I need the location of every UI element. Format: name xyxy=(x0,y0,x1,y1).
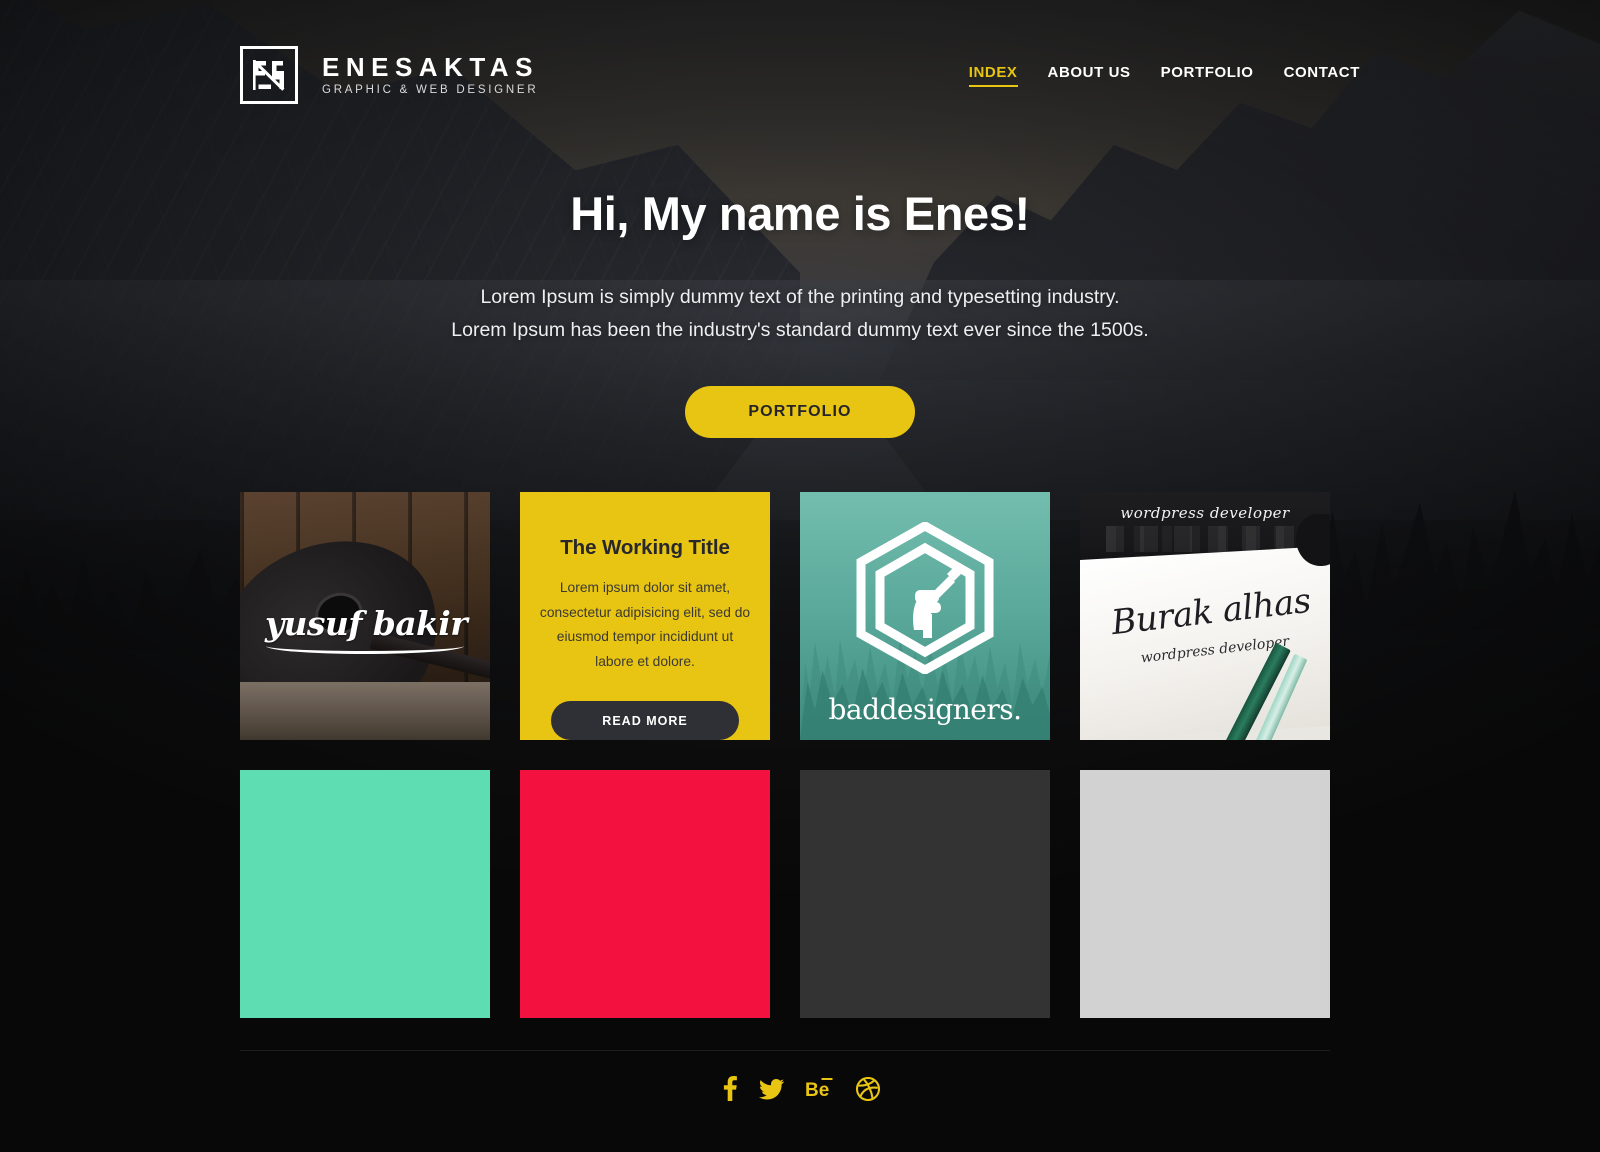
card-title: The Working Title xyxy=(560,536,730,559)
top-script-text: wordpress developer xyxy=(1120,504,1290,522)
nav-item-index[interactable]: INDEX xyxy=(968,64,1018,87)
main-navigation: INDEX ABOUT US PORTFOLIO CONTACT xyxy=(968,64,1360,87)
wooden-floor-shape xyxy=(240,682,490,740)
hero-title: Hi, My name is Enes! xyxy=(570,187,1030,240)
script-swash-flourish xyxy=(266,638,464,654)
portfolio-card-baddesigners[interactable]: baddesigners. xyxy=(800,492,1050,740)
hero-portfolio-button[interactable]: PORTFOLIO xyxy=(685,386,915,438)
twitter-icon[interactable] xyxy=(758,1078,784,1100)
facebook-icon[interactable] xyxy=(721,1076,738,1102)
portfolio-card-burak-alhas[interactable]: wordpress developer Burak alhas wordpres… xyxy=(1080,492,1330,740)
portfolio-block-mint[interactable] xyxy=(240,770,490,1018)
portfolio-block-red[interactable] xyxy=(520,770,770,1018)
hero-subtitle: Lorem Ipsum is simply dummy text of the … xyxy=(451,281,1148,347)
nav-item-about-us[interactable]: ABOUT US xyxy=(1048,64,1131,86)
hexagon-badge-icon xyxy=(851,520,999,679)
social-links: Be xyxy=(0,1076,1600,1102)
card-body-text: Lorem ipsum dolor sit amet, consectetur … xyxy=(539,580,751,669)
footer-divider xyxy=(240,1050,1330,1051)
hero-subtitle-line-2: Lorem Ipsum has been the industry's stan… xyxy=(451,319,1149,341)
brand-logo[interactable]: ENESAKTAS GRAPHIC & WEB DESIGNER xyxy=(240,46,539,104)
portfolio-block-dark[interactable] xyxy=(800,770,1050,1018)
brand-tagline: GRAPHIC & WEB DESIGNER xyxy=(322,84,539,97)
site-header: ENESAKTAS GRAPHIC & WEB DESIGNER INDEX A… xyxy=(0,0,1600,150)
enesaktas-monogram-icon xyxy=(240,46,298,104)
brand-name: ENESAKTAS xyxy=(322,51,539,82)
baddesigners-wordmark: baddesigners. xyxy=(828,693,1022,726)
portfolio-card-yusuf-bakir[interactable]: yusuf bakir xyxy=(240,492,490,740)
portfolio-grid: yusuf bakir The Working Title Lorem ipsu… xyxy=(240,492,1330,1018)
nav-item-portfolio[interactable]: PORTFOLIO xyxy=(1161,64,1254,86)
brand-text-block: ENESAKTAS GRAPHIC & WEB DESIGNER xyxy=(322,51,539,97)
svg-text:Be: Be xyxy=(805,1080,829,1101)
portfolio-block-light[interactable] xyxy=(1080,770,1330,1018)
nav-item-contact[interactable]: CONTACT xyxy=(1284,64,1360,86)
behance-icon[interactable]: Be xyxy=(805,1077,835,1101)
hero-content: Hi, My name is Enes! Lorem Ipsum is simp… xyxy=(0,186,1600,438)
dribbble-icon[interactable] xyxy=(855,1077,880,1101)
hero-subtitle-line-1: Lorem Ipsum is simply dummy text of the … xyxy=(480,286,1120,308)
read-more-button[interactable]: READ MORE xyxy=(551,701,739,740)
portfolio-card-working-title: The Working Title Lorem ipsum dolor sit … xyxy=(520,492,770,740)
